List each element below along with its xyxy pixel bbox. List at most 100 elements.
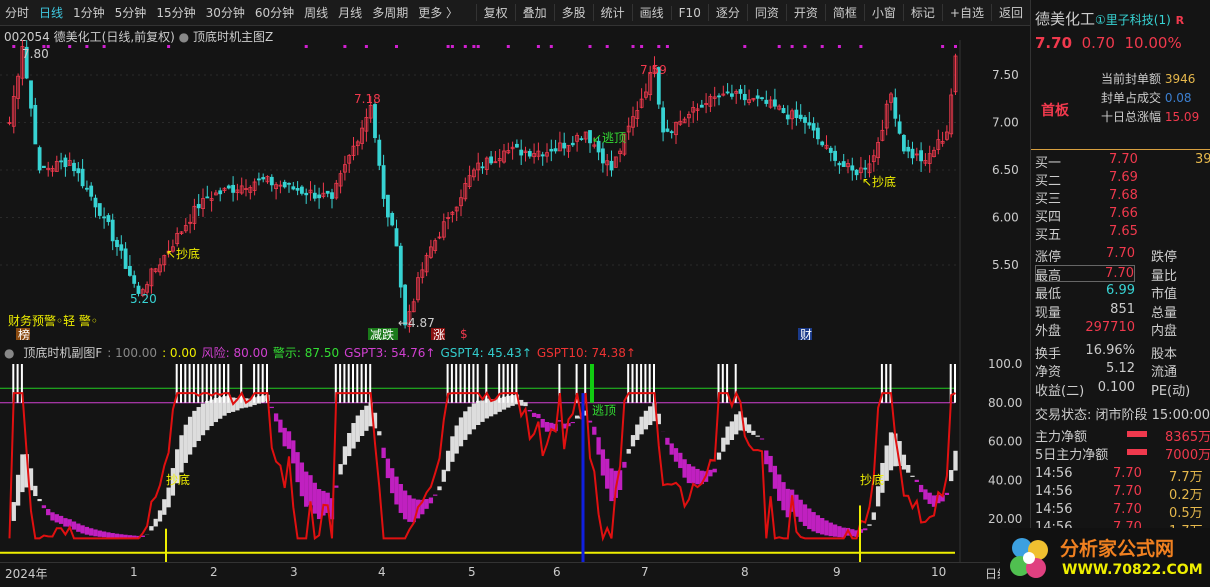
toolbar-button[interactable]: +自选 [941, 4, 991, 21]
candle [893, 97, 898, 119]
top-bar [485, 364, 488, 403]
tick-time: 14:56 [1035, 484, 1073, 499]
sub-tick-label: 100.0 [988, 357, 1022, 371]
sub-indicator-name[interactable]: 顶底时机副图F [23, 346, 102, 360]
signal-dot [743, 45, 747, 48]
top-bar [356, 364, 359, 403]
x-tick-label: 7 [641, 565, 649, 579]
seal-label: 十日总涨幅 [1101, 110, 1162, 124]
period-tab[interactable]: 日线 [34, 4, 68, 21]
candle [119, 244, 124, 251]
top-bar [463, 364, 466, 403]
candle [317, 194, 322, 199]
bid-price: 7.69 [1109, 170, 1138, 185]
period-tab[interactable]: 月线 [333, 4, 367, 21]
top-bar [631, 364, 634, 403]
bid-level: 买二 [1035, 174, 1062, 189]
seal-value: 3946 [1164, 72, 1196, 86]
bid-volume: 39 [1195, 152, 1210, 167]
collapse-icon[interactable]: ● [4, 346, 14, 360]
toolbar-button[interactable]: F10 [670, 5, 708, 20]
chaodi-label: 抄底 [860, 472, 884, 487]
chaodi-label: 抄底 [166, 472, 190, 487]
toolbar-button[interactable]: 复权 [475, 4, 515, 21]
candle [910, 148, 915, 159]
period-tab[interactable]: 15分钟 [151, 4, 200, 21]
candle [390, 212, 395, 226]
signal-dot [820, 45, 824, 48]
flower-logo-icon [1010, 538, 1048, 578]
signal-dot [859, 45, 863, 48]
toolbar-button[interactable]: 统计 [592, 4, 632, 21]
stat-value: 0.100 [1097, 379, 1135, 395]
price-tick-label: 7.00 [992, 116, 1019, 130]
period-tab[interactable]: 30分钟 [201, 4, 250, 21]
top-bar [954, 364, 956, 403]
candle [299, 186, 304, 194]
period-tab[interactable]: 多周期 [367, 4, 413, 21]
period-tab[interactable]: 周线 [299, 4, 333, 21]
trade-status: 交易状态: 闭市阶段 15:00:00 [1035, 408, 1210, 423]
stat-label: 市值 [1151, 287, 1178, 302]
concept-tag[interactable]: ①里子科技(1) [1095, 13, 1171, 27]
sub-chart[interactable]: 100.0 80.00 60.00 40.00 20.00 抄底 抄底 逃顶 [0, 340, 1030, 562]
signal-dot [343, 45, 347, 48]
candle [820, 141, 825, 146]
bid-level: 买五 [1035, 228, 1062, 243]
signal-dot [837, 45, 841, 48]
candle [760, 97, 764, 100]
main-chart[interactable]: 7.50 7.00 6.50 6.00 5.50 7.80 7.18 7.59 5.20 ←4.8… [0, 40, 1030, 340]
taoding-label: 逃顶 [592, 403, 616, 417]
candle [717, 95, 721, 98]
top-bar [640, 364, 643, 403]
period-tab[interactable]: 60分钟 [250, 4, 299, 21]
candle [828, 147, 833, 153]
toolbar-button[interactable]: 画线 [631, 4, 671, 21]
logo-url: WWW.70822.COM [1062, 562, 1203, 578]
toolbar-button[interactable]: 简框 [824, 4, 864, 21]
price-tick-label: 6.50 [992, 163, 1019, 177]
toolbar-button[interactable]: 多股 [553, 4, 593, 21]
top-bar [450, 364, 453, 403]
candle [295, 188, 300, 191]
toolbar-button[interactable]: 开资 [785, 4, 825, 21]
toolbar-button[interactable]: 返回 [990, 4, 1030, 21]
candle [72, 162, 76, 172]
toolbar-button[interactable]: 小窗 [863, 4, 903, 21]
warn-value: 警示: 87.50 [272, 346, 340, 360]
period-tab[interactable]: 分时 [0, 4, 34, 21]
period-tab[interactable]: 5分钟 [110, 4, 152, 21]
period-tab[interactable]: 更多 〉 [413, 4, 463, 21]
signal-dot [85, 45, 89, 48]
candle [110, 219, 115, 242]
seal-value: 0.08 [1164, 91, 1192, 105]
top-bar [648, 364, 651, 403]
x-tick-label: 2 [210, 565, 218, 579]
stat-label: 总量 [1151, 305, 1178, 321]
top-bar [347, 364, 350, 403]
x-tick-label: 10 [931, 565, 947, 579]
top-bar [210, 364, 213, 403]
label-warn: 财务预警◦轻 警◦ [8, 313, 98, 328]
bid-level: 买一 [1035, 156, 1062, 171]
top-bar [455, 364, 458, 403]
top-bar [352, 364, 354, 403]
toolbar-button[interactable]: 标记 [902, 4, 942, 21]
stat-value: 16.96% [1085, 342, 1135, 358]
top-bar [343, 364, 346, 403]
label-high: 7.80 [22, 47, 49, 61]
signal-dot [304, 45, 308, 48]
signal-dot [657, 45, 661, 48]
stat-label: 量比 [1151, 268, 1178, 284]
candle [381, 165, 386, 199]
toolbar-button[interactable]: 逐分 [707, 4, 747, 21]
flow-bar [1127, 431, 1147, 437]
top-bar [214, 364, 217, 403]
candle [63, 157, 68, 168]
toolbar-button[interactable]: 叠加 [514, 4, 554, 21]
period-tab[interactable]: 1分钟 [68, 4, 110, 21]
flow-value: 8365万 [1165, 430, 1210, 445]
seal-label: 当前封单额 [1101, 72, 1162, 86]
toolbar-button[interactable]: 同资 [746, 4, 786, 21]
top-bar [506, 364, 509, 403]
